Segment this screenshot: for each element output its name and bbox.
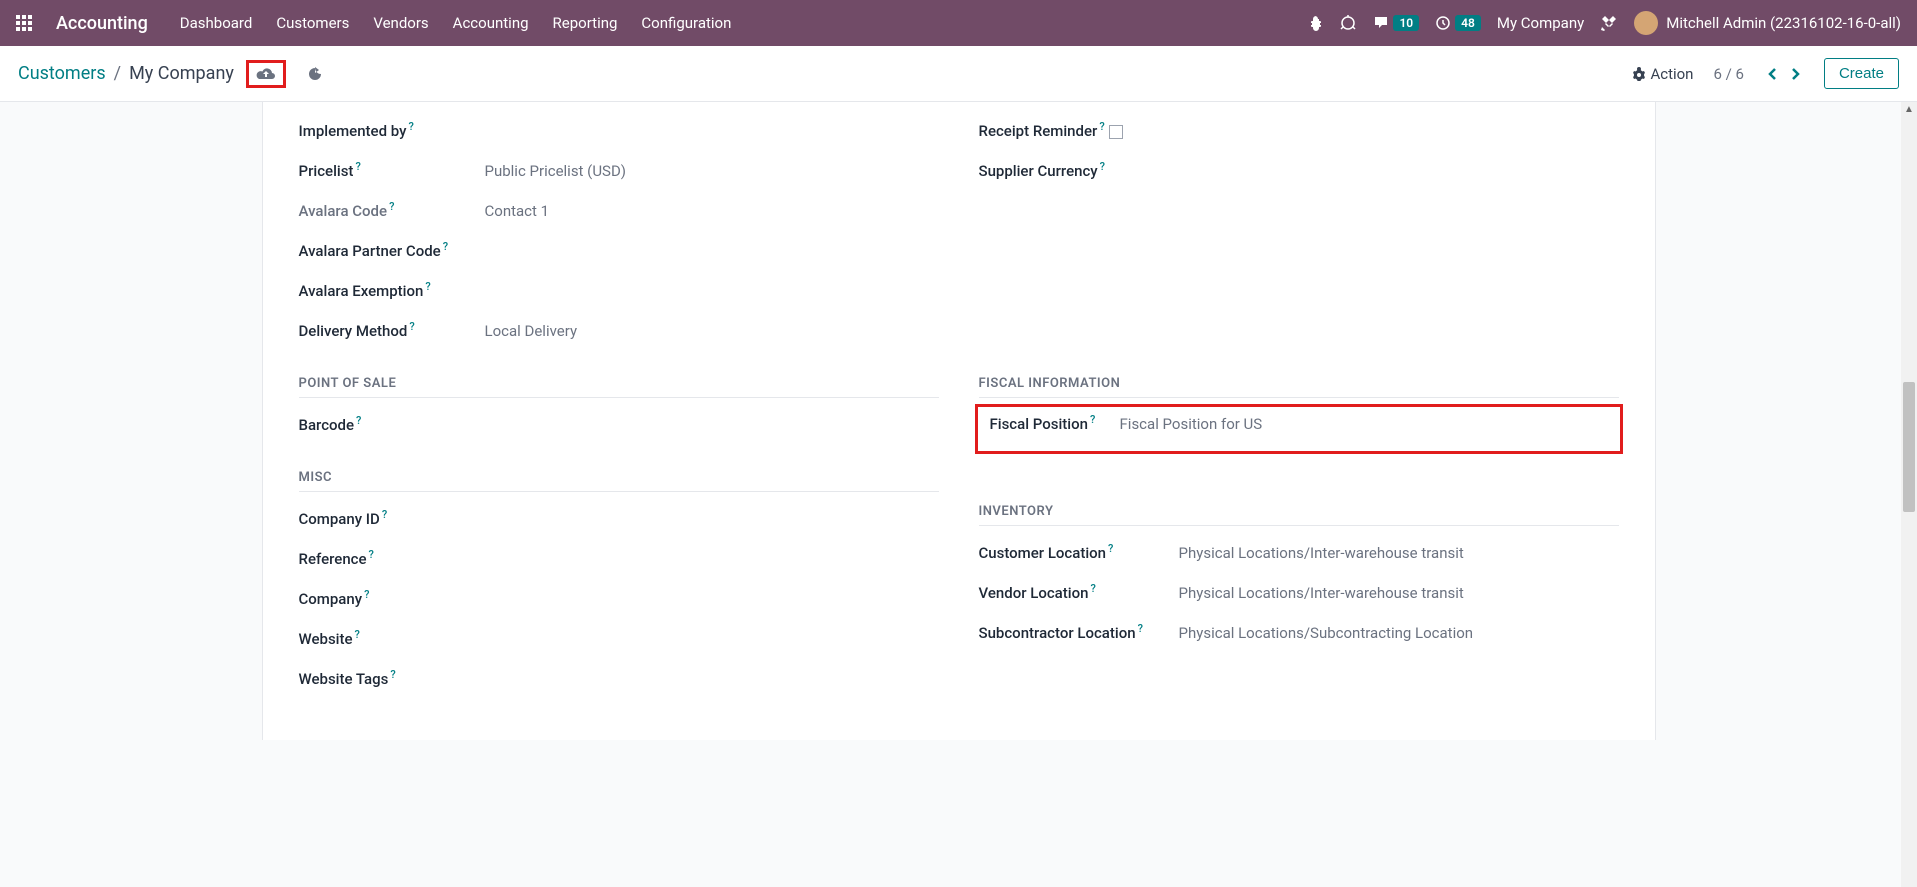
- vertical-scrollbar[interactable]: ▲: [1901, 102, 1917, 887]
- help-icon[interactable]: ?: [1100, 160, 1105, 173]
- help-icon[interactable]: ?: [355, 160, 360, 173]
- label-company-id: Company ID?: [299, 508, 485, 528]
- messages-badge: 10: [1393, 15, 1419, 31]
- nav-accounting[interactable]: Accounting: [453, 14, 529, 32]
- form-view: Implemented by? Pricelist? Public Pricel…: [0, 102, 1917, 740]
- save-highlight-box: [246, 60, 286, 88]
- label-fiscal-position: Fiscal Position?: [990, 413, 1120, 433]
- label-avalara-code: Avalara Code?: [299, 200, 485, 220]
- user-menu[interactable]: Mitchell Admin (22316102-16-0-all): [1634, 11, 1901, 35]
- section-misc: MISC: [299, 446, 939, 492]
- debug-icon[interactable]: [1307, 15, 1323, 31]
- pager-next-icon[interactable]: [1786, 67, 1804, 81]
- value-vendor-location[interactable]: Physical Locations/Inter-warehouse trans…: [1179, 584, 1464, 602]
- value-fiscal-position[interactable]: Fiscal Position for US: [1120, 415, 1263, 433]
- value-pricelist[interactable]: Public Pricelist (USD): [485, 162, 627, 180]
- receipt-reminder-checkbox[interactable]: [1109, 125, 1123, 139]
- value-delivery-method[interactable]: Local Delivery: [485, 322, 578, 340]
- help-icon[interactable]: ?: [389, 200, 394, 213]
- label-supplier-currency: Supplier Currency?: [979, 160, 1165, 180]
- cloud-save-icon[interactable]: [255, 65, 277, 83]
- support-icon[interactable]: [1339, 14, 1357, 32]
- label-barcode: Barcode?: [299, 414, 485, 434]
- user-name: Mitchell Admin (22316102-16-0-all): [1666, 14, 1901, 32]
- discard-icon[interactable]: [306, 65, 324, 83]
- activities-badge: 48: [1455, 15, 1481, 31]
- help-icon[interactable]: ?: [364, 588, 369, 601]
- action-button[interactable]: Action: [1632, 65, 1693, 83]
- label-customer-location: Customer Location?: [979, 542, 1179, 562]
- help-icon[interactable]: ?: [390, 668, 395, 681]
- label-receipt-reminder: Receipt Reminder?: [979, 120, 1165, 140]
- label-vendor-location: Vendor Location?: [979, 582, 1179, 602]
- help-icon[interactable]: ?: [425, 280, 430, 293]
- app-name[interactable]: Accounting: [56, 13, 148, 34]
- help-icon[interactable]: ?: [382, 508, 387, 521]
- scrollbar-thumb[interactable]: [1903, 382, 1915, 512]
- section-inventory: INVENTORY: [979, 480, 1619, 526]
- breadcrumb: Customers / My Company: [18, 60, 324, 88]
- tools-icon[interactable]: [1600, 14, 1618, 32]
- fiscal-position-highlight: Fiscal Position? Fiscal Position for US: [975, 404, 1623, 454]
- user-avatar: [1634, 11, 1658, 35]
- value-avalara-code[interactable]: Contact 1: [485, 202, 550, 220]
- nav-vendors[interactable]: Vendors: [373, 14, 428, 32]
- scroll-up-arrow[interactable]: ▲: [1901, 102, 1917, 115]
- pager-prev-icon[interactable]: [1764, 67, 1782, 81]
- value-customer-location[interactable]: Physical Locations/Inter-warehouse trans…: [1179, 544, 1464, 562]
- label-website: Website?: [299, 628, 485, 648]
- help-icon[interactable]: ?: [355, 628, 360, 641]
- help-icon[interactable]: ?: [408, 120, 413, 133]
- nav-configuration[interactable]: Configuration: [641, 14, 731, 32]
- help-icon[interactable]: ?: [1090, 413, 1095, 426]
- activities-button[interactable]: 48: [1435, 15, 1481, 31]
- top-navigation-bar: Accounting Dashboard Customers Vendors A…: [0, 0, 1917, 46]
- help-icon[interactable]: ?: [443, 240, 448, 253]
- help-icon[interactable]: ?: [409, 320, 414, 333]
- nav-reporting[interactable]: Reporting: [553, 14, 618, 32]
- breadcrumb-current: My Company: [129, 63, 234, 84]
- label-delivery-method: Delivery Method?: [299, 320, 485, 340]
- help-icon[interactable]: ?: [369, 548, 374, 561]
- label-reference: Reference?: [299, 548, 485, 568]
- messages-button[interactable]: 10: [1373, 15, 1419, 31]
- help-icon[interactable]: ?: [1138, 622, 1143, 635]
- help-icon[interactable]: ?: [1090, 582, 1095, 595]
- label-avalara-partner-code: Avalara Partner Code?: [299, 240, 485, 260]
- create-button[interactable]: Create: [1824, 58, 1899, 89]
- value-subcontractor-location[interactable]: Physical Locations/Subcontracting Locati…: [1179, 624, 1474, 642]
- label-pricelist: Pricelist?: [299, 160, 485, 180]
- nav-customers[interactable]: Customers: [276, 14, 349, 32]
- label-website-tags: Website Tags?: [299, 668, 485, 688]
- pager-count[interactable]: 6 / 6: [1713, 65, 1744, 83]
- label-subcontractor-location: Subcontractor Location?: [979, 622, 1179, 642]
- nav-dashboard[interactable]: Dashboard: [180, 14, 253, 32]
- help-icon[interactable]: ?: [1099, 120, 1104, 133]
- section-fiscal-information: FISCAL INFORMATION: [979, 352, 1619, 398]
- section-point-of-sale: POINT OF SALE: [299, 352, 939, 398]
- control-panel: Customers / My Company Action 6 / 6 Crea…: [0, 46, 1917, 102]
- company-selector[interactable]: My Company: [1497, 14, 1584, 32]
- label-avalara-exemption: Avalara Exemption?: [299, 280, 485, 300]
- help-icon[interactable]: ?: [1108, 542, 1113, 555]
- breadcrumb-customers[interactable]: Customers: [18, 63, 106, 84]
- help-icon[interactable]: ?: [356, 414, 361, 427]
- apps-menu-icon[interactable]: [16, 15, 32, 31]
- label-implemented-by: Implemented by?: [299, 120, 485, 140]
- label-company: Company?: [299, 588, 485, 608]
